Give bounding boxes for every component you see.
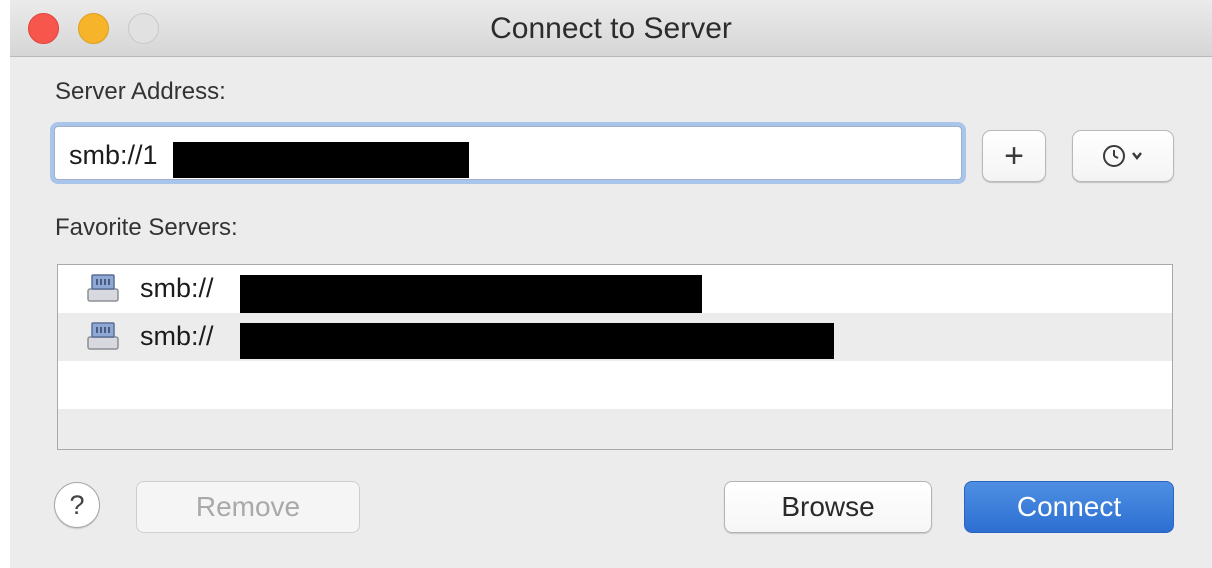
title-bar: Connect to Server bbox=[10, 0, 1212, 57]
remove-button[interactable]: Remove bbox=[136, 481, 360, 533]
server-address-value: smb://1 bbox=[69, 140, 158, 170]
list-item[interactable]: smb:// bbox=[58, 265, 1172, 317]
add-favorite-button[interactable]: + bbox=[982, 130, 1046, 182]
favorite-servers-list: smb:// smb:// bbox=[57, 264, 1173, 450]
list-item-label: smb:// bbox=[140, 273, 214, 303]
network-drive-icon bbox=[87, 274, 119, 302]
clock-icon bbox=[1103, 145, 1142, 167]
network-drive-icon bbox=[87, 322, 119, 350]
redacted-block bbox=[173, 142, 469, 178]
plus-icon: + bbox=[1004, 137, 1024, 175]
empty-list-row bbox=[58, 409, 1172, 449]
server-address-input[interactable]: smb://1 bbox=[54, 126, 962, 180]
connect-button[interactable]: Connect bbox=[964, 481, 1174, 533]
question-mark-icon: ? bbox=[69, 489, 85, 520]
recent-servers-button[interactable] bbox=[1072, 130, 1174, 182]
favorite-servers-label: Favorite Servers: bbox=[55, 214, 238, 241]
redacted-block bbox=[240, 275, 702, 317]
connect-to-server-window: Connect to Server Server Address: smb://… bbox=[10, 0, 1212, 568]
empty-list-row bbox=[58, 361, 1172, 409]
help-button[interactable]: ? bbox=[54, 482, 100, 528]
browse-button[interactable]: Browse bbox=[724, 481, 932, 533]
list-item[interactable]: smb:// bbox=[58, 313, 1172, 361]
server-address-label: Server Address: bbox=[55, 78, 226, 105]
redacted-block bbox=[240, 323, 834, 359]
list-item-label: smb:// bbox=[140, 321, 214, 351]
window-title: Connect to Server bbox=[490, 12, 732, 45]
